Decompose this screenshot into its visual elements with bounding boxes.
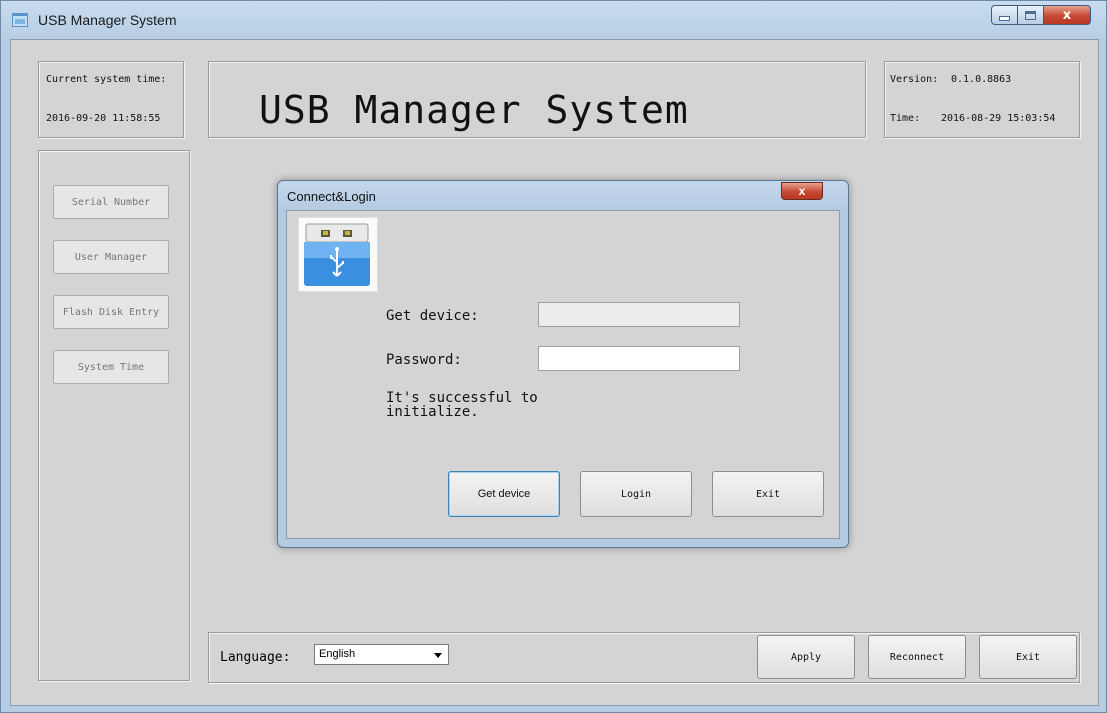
language-value: English [319, 648, 356, 660]
exit-button[interactable]: Exit [979, 635, 1077, 679]
banner-panel: USB Manager System [208, 61, 866, 138]
app-icon [12, 13, 28, 27]
dialog-body: Get device: Password: It's successful to… [286, 210, 840, 539]
password-label: Password: [386, 352, 462, 368]
main-window: USB Manager System x Current system time… [0, 0, 1107, 713]
password-field[interactable] [538, 346, 740, 371]
version-label: Version: [890, 74, 939, 85]
dropdown-arrow-icon[interactable] [434, 653, 442, 658]
system-time-value: 2016-09-20 11:58:55 [46, 113, 161, 124]
version-panel: Version: 0.1.0.8863 Time: 2016-08-29 15:… [884, 61, 1080, 138]
get-device-button[interactable]: Get device [448, 471, 560, 517]
status-message: It's successful to initialize. [386, 390, 538, 420]
dialog-exit-button[interactable]: Exit [712, 471, 824, 517]
system-time-panel: Current system time: 2016-09-20 11:58:55 [38, 61, 184, 138]
maximize-icon[interactable] [1017, 5, 1044, 25]
user-manager-button[interactable]: User Manager [53, 240, 169, 274]
minimize-icon[interactable] [991, 5, 1018, 25]
dialog-close-icon[interactable]: x [781, 182, 823, 200]
banner-title: USB Manager System [259, 88, 689, 132]
serial-number-button[interactable]: Serial Number [53, 185, 169, 219]
flash-disk-entry-button[interactable]: Flash Disk Entry [53, 295, 169, 329]
version-value: 0.1.0.8863 [951, 74, 1012, 85]
apply-button[interactable]: Apply [757, 635, 855, 679]
reconnect-button[interactable]: Reconnect [868, 635, 966, 679]
title-bar[interactable]: USB Manager System x [1, 1, 1106, 39]
build-time-value: 2016-08-29 15:03:54 [941, 113, 1056, 124]
language-select[interactable]: English [314, 644, 449, 665]
system-time-button[interactable]: System Time [53, 350, 169, 384]
close-icon[interactable]: x [1043, 5, 1091, 25]
sidebar: Serial Number User Manager Flash Disk En… [38, 150, 190, 681]
bottom-bar: Language: English Apply Reconnect Exit [208, 632, 1080, 683]
system-time-label: Current system time: [46, 74, 167, 85]
window-title: USB Manager System [38, 12, 177, 28]
get-device-label: Get device: [386, 308, 479, 324]
login-button[interactable]: Login [580, 471, 692, 517]
build-time-label: Time: [890, 113, 921, 124]
usb-drive-icon [298, 217, 378, 292]
get-device-field[interactable] [538, 302, 740, 327]
dialog-title: Connect&Login [287, 189, 376, 204]
connect-login-dialog: Connect&Login x Get device: Password: It… [277, 180, 849, 548]
client-area: Current system time: 2016-09-20 11:58:55… [10, 39, 1099, 706]
language-label: Language: [220, 650, 291, 665]
